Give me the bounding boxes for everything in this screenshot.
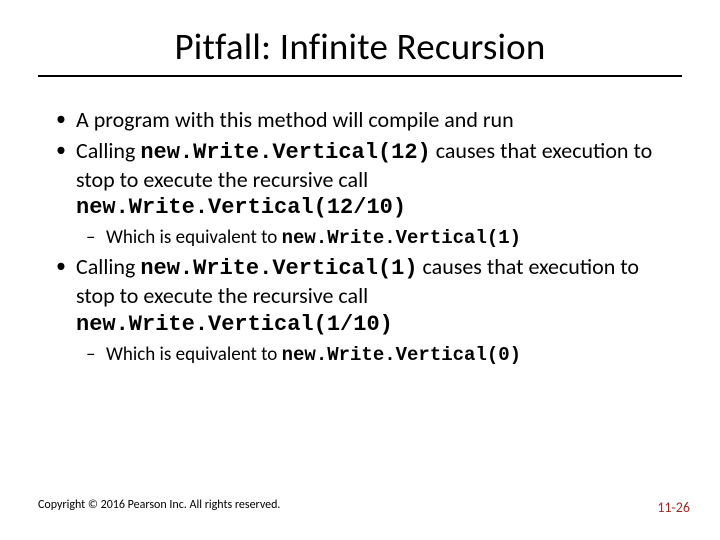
bullet-text: A program with this method will compile … — [76, 106, 514, 133]
code-text: new.Write.Vertical(1/10) — [76, 312, 393, 337]
bullet-text: Calling — [76, 137, 140, 164]
slide-content: A program with this method will compile … — [38, 107, 682, 367]
slide: Pitfall: Infinite Recursion A program wi… — [0, 0, 720, 540]
sub-bullet-list: Which is equivalent to new.Write.Vertica… — [76, 226, 674, 250]
code-text: new.Write.Vertical(12/10) — [76, 195, 406, 220]
page-number: 11-26 — [657, 499, 690, 516]
title-rule — [38, 75, 682, 77]
code-text: new.Write.Vertical(0) — [282, 344, 521, 366]
bullet-text: Which is equivalent to — [106, 226, 282, 249]
sub-bullet-list: Which is equivalent to new.Write.Vertica… — [76, 343, 674, 367]
slide-title: Pitfall: Infinite Recursion — [38, 24, 682, 69]
bullet-text: Calling — [76, 253, 140, 280]
bullet-list: A program with this method will compile … — [48, 107, 674, 367]
sub-bullet-item: Which is equivalent to new.Write.Vertica… — [106, 226, 674, 250]
code-text: new.Write.Vertical(1) — [282, 227, 521, 249]
bullet-item: Calling new.Write.Vertical(12) causes th… — [76, 138, 674, 251]
bullet-item: A program with this method will compile … — [76, 107, 674, 134]
bullet-text: Which is equivalent to — [106, 343, 282, 366]
copyright-footer: Copyright © 2016 Pearson Inc. All rights… — [38, 498, 280, 512]
code-text: new.Write.Vertical(1) — [140, 256, 417, 281]
title-block: Pitfall: Infinite Recursion — [38, 24, 682, 77]
sub-bullet-item: Which is equivalent to new.Write.Vertica… — [106, 343, 674, 367]
code-text: new.Write.Vertical(12) — [140, 140, 430, 165]
bullet-item: Calling new.Write.Vertical(1) causes tha… — [76, 254, 674, 367]
